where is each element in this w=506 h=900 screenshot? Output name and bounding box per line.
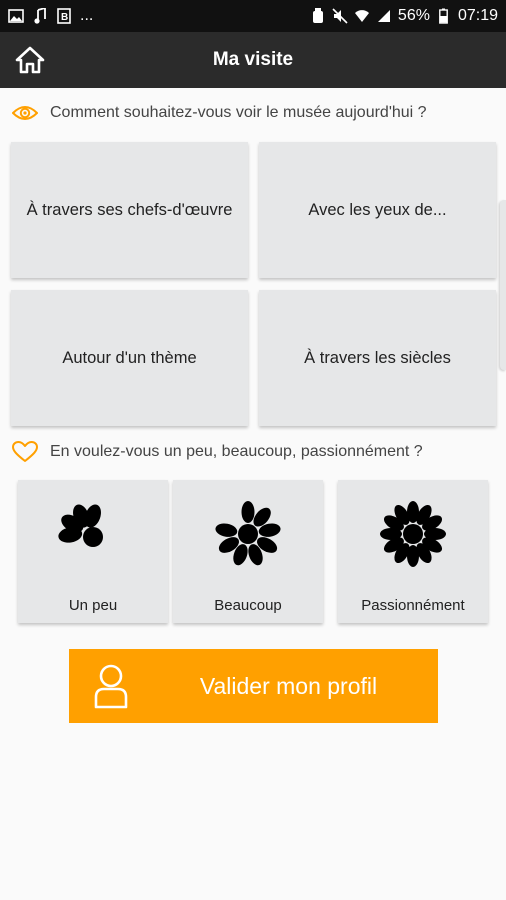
side-drawer-handle[interactable]: [500, 200, 506, 370]
level-beaucoup[interactable]: Beaucoup: [173, 480, 323, 623]
alarm-icon: [310, 8, 326, 24]
status-bar: B ... 56% 07:19: [0, 0, 506, 32]
validate-profile-button[interactable]: Valider mon profil: [69, 649, 438, 723]
battery-percent: 56%: [397, 7, 430, 24]
status-right: 56% 07:19: [310, 7, 498, 25]
daisy-full-icon: [380, 501, 446, 567]
option-through-eyes[interactable]: Avec les yeux de...: [259, 142, 496, 278]
status-more: ...: [80, 7, 94, 24]
section-how-to-visit: Comment souhaitez-vous voir le musée auj…: [12, 104, 427, 122]
app-bar: Ma visite: [0, 32, 506, 88]
wifi-icon: [354, 8, 370, 24]
b-icon: B: [56, 8, 72, 24]
battery-icon: [436, 8, 452, 24]
image-icon: [8, 8, 24, 24]
svg-text:B: B: [61, 12, 68, 23]
home-icon: [15, 46, 45, 74]
status-left: B ...: [8, 7, 93, 25]
section-intensity: En voulez-vous un peu, beaucoup, passion…: [12, 441, 423, 463]
level-passionnement[interactable]: Passionnément: [338, 480, 488, 623]
level-un-peu[interactable]: Un peu: [18, 480, 168, 623]
home-button[interactable]: [14, 44, 46, 76]
daisy-many-petals-icon: [215, 501, 281, 566]
user-icon: [94, 664, 128, 709]
validate-button-label: Valider mon profil: [199, 672, 378, 699]
mute-icon: [332, 8, 348, 24]
option-centuries[interactable]: À travers les siècles: [259, 290, 496, 426]
level-label: Beaucoup: [214, 597, 282, 614]
level-label: Un peu: [68, 597, 118, 614]
level-label: Passionnément: [361, 597, 465, 614]
option-masterpieces[interactable]: À travers ses chefs-d'œuvre: [11, 142, 248, 278]
signal-icon: [376, 8, 392, 24]
heart-icon: [12, 441, 38, 462]
page-title: Ma visite: [212, 49, 294, 70]
music-note-icon: [32, 8, 48, 24]
section-question-visit: Comment souhaitez-vous voir le musée auj…: [50, 104, 427, 121]
section-question-intensity: En voulez-vous un peu, beaucoup, passion…: [50, 443, 423, 460]
status-time: 07:19: [457, 7, 498, 24]
daisy-few-petals-icon: [58, 504, 103, 547]
option-theme[interactable]: Autour d'un thème: [11, 290, 248, 426]
eye-icon: [12, 106, 38, 120]
